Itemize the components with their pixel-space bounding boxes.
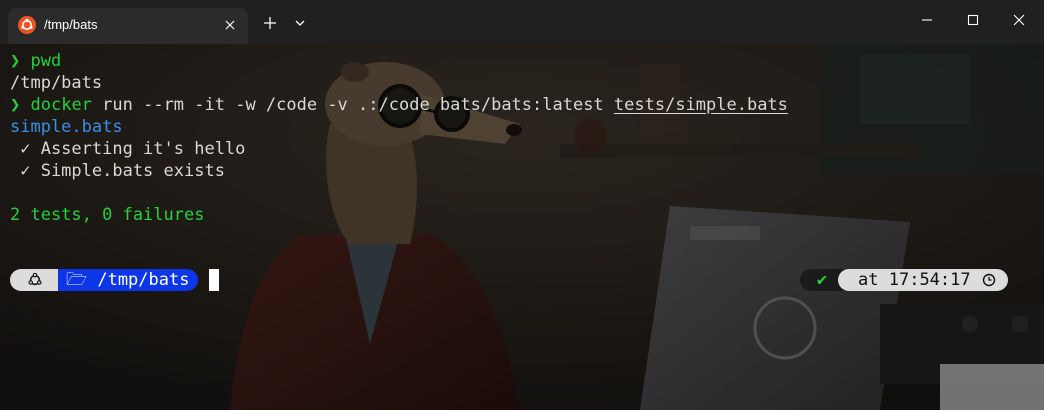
close-window-button[interactable] bbox=[996, 0, 1042, 40]
terminal-line-1: ❯ pwd bbox=[10, 50, 61, 72]
terminal-line-2: /tmp/bats bbox=[10, 72, 102, 94]
chevron-down-icon bbox=[295, 20, 305, 26]
terminal-line-6: ✓ Simple.bats exists bbox=[10, 160, 225, 182]
test-file-header: simple.bats bbox=[10, 117, 123, 137]
tab-active[interactable]: /tmp/bats bbox=[8, 8, 248, 44]
folder-open-icon: 🗁 bbox=[66, 270, 88, 290]
maximize-icon bbox=[967, 14, 979, 26]
maximize-button[interactable] bbox=[950, 0, 996, 40]
minimize-button[interactable] bbox=[904, 0, 950, 40]
prompt-time: 17:54:17 bbox=[888, 270, 971, 290]
prompt-chevron: ❯ bbox=[10, 95, 21, 115]
test-result: ✓ Asserting it's hello bbox=[10, 139, 246, 159]
command-path-arg: tests/simple.bats bbox=[613, 95, 788, 115]
command-args: run --rm -it -w /code -v .:/code bats/ba… bbox=[91, 95, 614, 115]
terminal-line-8: 2 tests, 0 failures bbox=[10, 204, 204, 226]
terminal-window: /tmp/bats ❯ pwd /tmp/bats ❯ docker run -… bbox=[0, 0, 1044, 410]
terminal-line-3: ❯ docker run --rm -it -w /code -v .:/cod… bbox=[10, 94, 788, 116]
test-summary: 2 tests, 0 failures bbox=[10, 205, 205, 225]
test-result: ✓ Simple.bats exists bbox=[10, 161, 225, 181]
terminal-line-5: ✓ Asserting it's hello bbox=[10, 138, 245, 160]
terminal-pane[interactable]: ❯ pwd /tmp/bats ❯ docker run --rm -it -w… bbox=[0, 44, 1044, 410]
new-tab-button[interactable] bbox=[256, 8, 284, 38]
command-text: pwd bbox=[30, 51, 62, 71]
prompt-os-segment bbox=[10, 269, 60, 291]
close-icon bbox=[1013, 14, 1025, 26]
text-cursor bbox=[209, 269, 219, 291]
tab-title: /tmp/bats bbox=[44, 17, 98, 32]
command-name: docker bbox=[30, 95, 92, 115]
plus-icon bbox=[264, 17, 276, 29]
ubuntu-logo-icon bbox=[28, 272, 42, 286]
minimize-icon bbox=[922, 19, 932, 21]
title-bar: /tmp/bats bbox=[0, 0, 1044, 44]
ubuntu-logo-icon bbox=[18, 16, 36, 34]
tab-close-icon[interactable] bbox=[222, 17, 238, 33]
terminal-line-4: simple.bats bbox=[10, 116, 123, 138]
prompt-path: /tmp/bats bbox=[97, 270, 190, 290]
clock-icon bbox=[982, 273, 996, 287]
prompt-path-segment: 🗁 /tmp/bats bbox=[58, 269, 198, 291]
prompt-chevron: ❯ bbox=[10, 51, 21, 71]
time-prefix: at bbox=[858, 270, 879, 290]
check-icon: ✔ bbox=[816, 270, 828, 290]
tab-dropdown-button[interactable] bbox=[286, 8, 314, 38]
output-text: /tmp/bats bbox=[10, 73, 103, 93]
